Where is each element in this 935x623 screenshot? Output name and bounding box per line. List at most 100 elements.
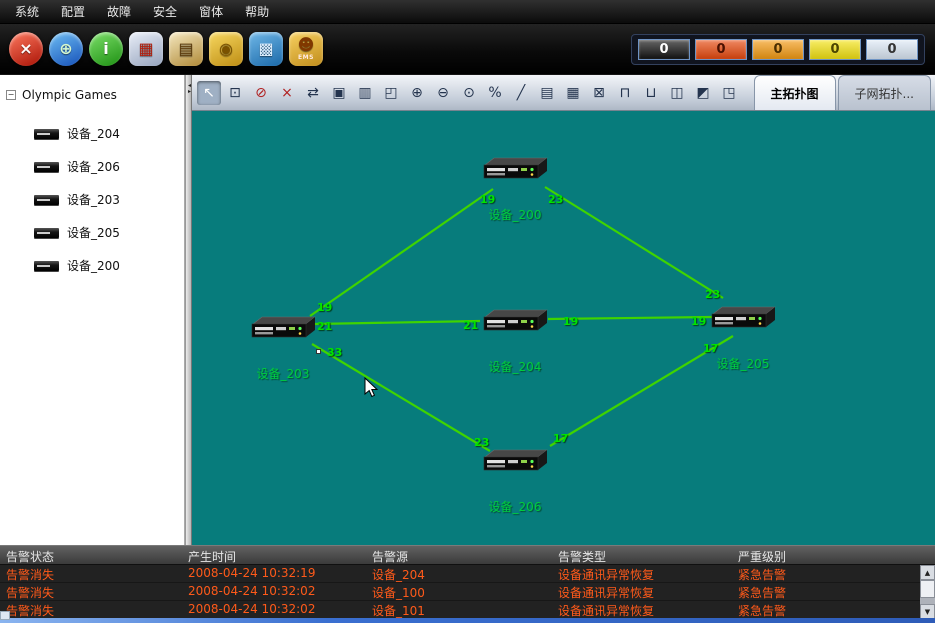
alarm-col-1: 告警状态 bbox=[0, 546, 182, 564]
port-label-10: 33 bbox=[327, 346, 342, 359]
node-device-203[interactable]: 设备_203 bbox=[238, 315, 328, 382]
ems-window: 系统配置故障安全窗体帮助 ×⊕i▦▤◉▩☻EMS 00000 − Olympic… bbox=[0, 0, 935, 623]
menu-item-fault[interactable]: 故障 bbox=[96, 0, 142, 24]
topology-toolbar: ↖⊡⊘×⇄▣▥◰⊕⊖⊙%╱▤▦⊠⊓⊔◫◩◳ 主拓扑图子网拓扑... bbox=[192, 75, 935, 111]
tree-item-device-200[interactable]: 设备_200 bbox=[0, 249, 184, 282]
node-label: 设备_205 bbox=[698, 355, 788, 372]
menu-item-help[interactable]: 帮助 bbox=[234, 0, 280, 24]
exit-button[interactable]: × bbox=[9, 32, 43, 66]
marquee-select-tool[interactable]: ⊡ bbox=[223, 81, 247, 105]
tree-item-device-204[interactable]: 设备_204 bbox=[0, 117, 184, 150]
splitter-collapse-icon[interactable]: ◂▸ bbox=[185, 83, 194, 95]
swap-link-tool[interactable]: ⇄ bbox=[301, 81, 325, 105]
select-pointer-tool[interactable]: ↖ bbox=[197, 81, 221, 105]
menu-bar: 系统配置故障安全窗体帮助 bbox=[0, 0, 935, 24]
port-label-12: 17 bbox=[553, 432, 568, 445]
cascade-windows-tool[interactable]: ◩ bbox=[691, 81, 715, 105]
alarm-col-4: 告警类型 bbox=[552, 546, 732, 564]
alarm-scrollbar[interactable]: ▲ ▼ bbox=[920, 565, 935, 619]
exit-icon: × bbox=[19, 41, 32, 57]
tile-windows-tool[interactable]: ◫ bbox=[665, 81, 689, 105]
tree-item-device-206[interactable]: 设备_206 bbox=[0, 150, 184, 183]
main-toolbar: ×⊕i▦▤◉▩☻EMS 00000 bbox=[0, 24, 935, 75]
alarm-col-2: 产生时间 bbox=[182, 546, 366, 564]
save-topology-tool[interactable]: ▤ bbox=[535, 81, 559, 105]
align-bottom-tool[interactable]: ⊔ bbox=[639, 81, 663, 105]
topology-canvas[interactable]: 192319212119231917332317 设备_200设备_203设备_… bbox=[192, 111, 935, 545]
link-selection-handle[interactable] bbox=[316, 349, 321, 354]
tree-expander-icon[interactable]: − bbox=[6, 90, 16, 100]
tree-items: 设备_204设备_206设备_203 设备_205 设备_200 bbox=[0, 117, 184, 282]
link-200-205[interactable] bbox=[545, 187, 723, 298]
lock-topology-tool[interactable]: ⊠ bbox=[587, 81, 611, 105]
alarm-report-button[interactable]: ▦ bbox=[129, 32, 163, 66]
align-top-tool[interactable]: ⊓ bbox=[613, 81, 637, 105]
alarm-cell: 告警消失 bbox=[0, 601, 182, 618]
menu-item-system[interactable]: 系统 bbox=[4, 0, 50, 24]
device-tree-panel: − Olympic Games 设备_204设备_206设备_203 设备_205… bbox=[0, 75, 185, 545]
ems-user-button[interactable]: ☻EMS bbox=[289, 32, 323, 66]
scroll-up-button[interactable]: ▲ bbox=[920, 565, 935, 580]
alarm-row-3[interactable]: 告警消失2008-04-24 10:32:02设备_101设备通讯异常恢复紧急告… bbox=[0, 601, 935, 619]
menu-item-window[interactable]: 窗体 bbox=[188, 0, 234, 24]
device-table-tool[interactable]: ▦ bbox=[561, 81, 585, 105]
tree-item-device-203[interactable]: 设备_203 bbox=[0, 183, 184, 216]
zoom-in-tool[interactable]: ⊕ bbox=[405, 81, 429, 105]
device-icon bbox=[34, 228, 59, 238]
alarm-counter-4[interactable]: 0 bbox=[809, 39, 861, 60]
zoom-percent-tool[interactable]: % bbox=[483, 81, 507, 105]
node-device-204[interactable]: 设备_204 bbox=[470, 308, 560, 375]
alarm-row-2[interactable]: 告警消失2008-04-24 10:32:02设备_100设备通讯异常恢复紧急告… bbox=[0, 583, 935, 601]
link-200-203[interactable] bbox=[310, 189, 493, 316]
link-203-206[interactable] bbox=[312, 344, 490, 451]
device-icon bbox=[34, 162, 59, 172]
tree-root-label: Olympic Games bbox=[22, 88, 117, 102]
draw-link-tool[interactable]: ╱ bbox=[509, 81, 533, 105]
full-screen-tool[interactable]: ▥ bbox=[353, 81, 377, 105]
node-device-205[interactable]: 设备_205 bbox=[698, 305, 788, 372]
log-book-button[interactable]: ▤ bbox=[169, 32, 203, 66]
alarm-cell: 告警消失 bbox=[0, 583, 182, 600]
alarm-cell: 设备通讯异常恢复 bbox=[552, 601, 732, 618]
device-icon bbox=[710, 305, 776, 331]
overview-window-tool[interactable]: ◳ bbox=[717, 81, 741, 105]
alarm-counter-3[interactable]: 0 bbox=[752, 39, 804, 60]
node-label: 设备_203 bbox=[238, 365, 328, 382]
network-browser-button[interactable]: ⊕ bbox=[49, 32, 83, 66]
scroll-down-button[interactable]: ▼ bbox=[920, 604, 935, 619]
info-button[interactable]: i bbox=[89, 32, 123, 66]
delete-tool[interactable]: × bbox=[275, 81, 299, 105]
alarm-cell: 紧急告警 bbox=[732, 583, 920, 600]
menu-item-config[interactable]: 配置 bbox=[50, 0, 96, 24]
alarm-counter-1[interactable]: 0 bbox=[638, 39, 690, 60]
link-203-204[interactable] bbox=[315, 321, 480, 324]
alarm-counter-2[interactable]: 0 bbox=[695, 39, 747, 60]
tab-subnet-topology[interactable]: 子网拓扑... bbox=[838, 75, 931, 110]
alarm-bell-button[interactable]: ◉ bbox=[209, 32, 243, 66]
export-image-tool[interactable]: ▣ bbox=[327, 81, 351, 105]
alarm-bell-icon: ◉ bbox=[219, 41, 233, 57]
alarm-counter-5[interactable]: 0 bbox=[866, 39, 918, 60]
topology-tabs: 主拓扑图子网拓扑... bbox=[752, 75, 931, 110]
scroll-thumb[interactable] bbox=[920, 580, 935, 598]
alarm-cell: 紧急告警 bbox=[732, 565, 920, 582]
zoom-normal-tool[interactable]: ⊙ bbox=[457, 81, 481, 105]
node-device-206[interactable]: 设备_206 bbox=[470, 448, 560, 515]
menu-item-security[interactable]: 安全 bbox=[142, 0, 188, 24]
topology-map-button[interactable]: ▩ bbox=[249, 32, 283, 66]
zoom-out-tool[interactable]: ⊖ bbox=[431, 81, 455, 105]
forbid-select-tool[interactable]: ⊘ bbox=[249, 81, 273, 105]
tree-item-device-205[interactable]: 设备_205 bbox=[0, 216, 184, 249]
tree-root-node[interactable]: − Olympic Games bbox=[0, 85, 184, 105]
tab-main-topology[interactable]: 主拓扑图 bbox=[754, 75, 836, 110]
panel-splitter[interactable]: ◂▸ bbox=[185, 75, 192, 545]
device-icon bbox=[482, 308, 548, 334]
bottom-edge-strip bbox=[0, 618, 935, 623]
zoom-area-tool[interactable]: ◰ bbox=[379, 81, 403, 105]
node-label: 设备_206 bbox=[470, 498, 560, 515]
alarm-table-rows: 告警消失2008-04-24 10:32:19设备_204设备通讯异常恢复紧急告… bbox=[0, 565, 935, 619]
tree-item-label: 设备_205 bbox=[67, 224, 120, 241]
node-device-200[interactable]: 设备_200 bbox=[470, 156, 560, 223]
alarm-row-1[interactable]: 告警消失2008-04-24 10:32:19设备_204设备通讯异常恢复紧急告… bbox=[0, 565, 935, 583]
toolbar-buttons: × ⊕i▦▤ ◉ ▩☻EMS bbox=[6, 32, 326, 66]
